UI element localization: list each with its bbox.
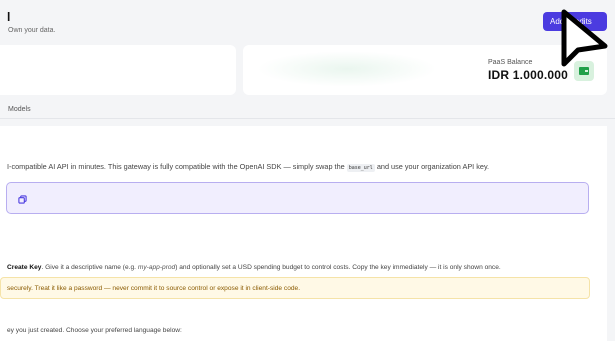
step-usage-text: ey you just created. Choose your preferr… <box>7 327 182 334</box>
step-text-start: . Give it a descriptive name (e.g. <box>41 264 138 271</box>
step-title: Create Key <box>7 264 42 271</box>
intro-text: I-compatible AI API in minutes. This gat… <box>7 162 490 172</box>
pointer-cursor-icon <box>561 9 608 67</box>
page-title: l <box>7 10 11 24</box>
content-panel <box>0 126 607 341</box>
step-create-key: Create Key. Give it a descriptive name (… <box>7 264 501 271</box>
card-glow <box>257 51 437 87</box>
endpoint-url-box[interactable] <box>6 182 589 214</box>
step-text-end: ) and optionally set a USD spending budg… <box>175 264 501 271</box>
intro-text-end: and use your organization API key. <box>374 162 490 171</box>
balance-value: IDR 1.000.000 <box>488 68 568 82</box>
balance-card: PaaS Balance IDR 1.000.000 <box>243 45 607 95</box>
page-subtitle: Own your data. <box>8 27 56 34</box>
tab-models[interactable]: Models <box>8 106 31 113</box>
summary-card <box>0 45 236 95</box>
base-url-code: base_url <box>346 164 375 172</box>
balance-label: PaaS Balance <box>488 59 533 66</box>
tab-divider <box>0 118 615 119</box>
warning-banner: securely. Treat it like a password — nev… <box>0 277 590 299</box>
step-example: my-app-prod <box>137 264 176 271</box>
warning-text: securely. Treat it like a password — nev… <box>7 285 301 292</box>
intro-text-start: I-compatible AI API in minutes. This gat… <box>7 162 347 171</box>
copy-icon[interactable] <box>18 195 27 204</box>
